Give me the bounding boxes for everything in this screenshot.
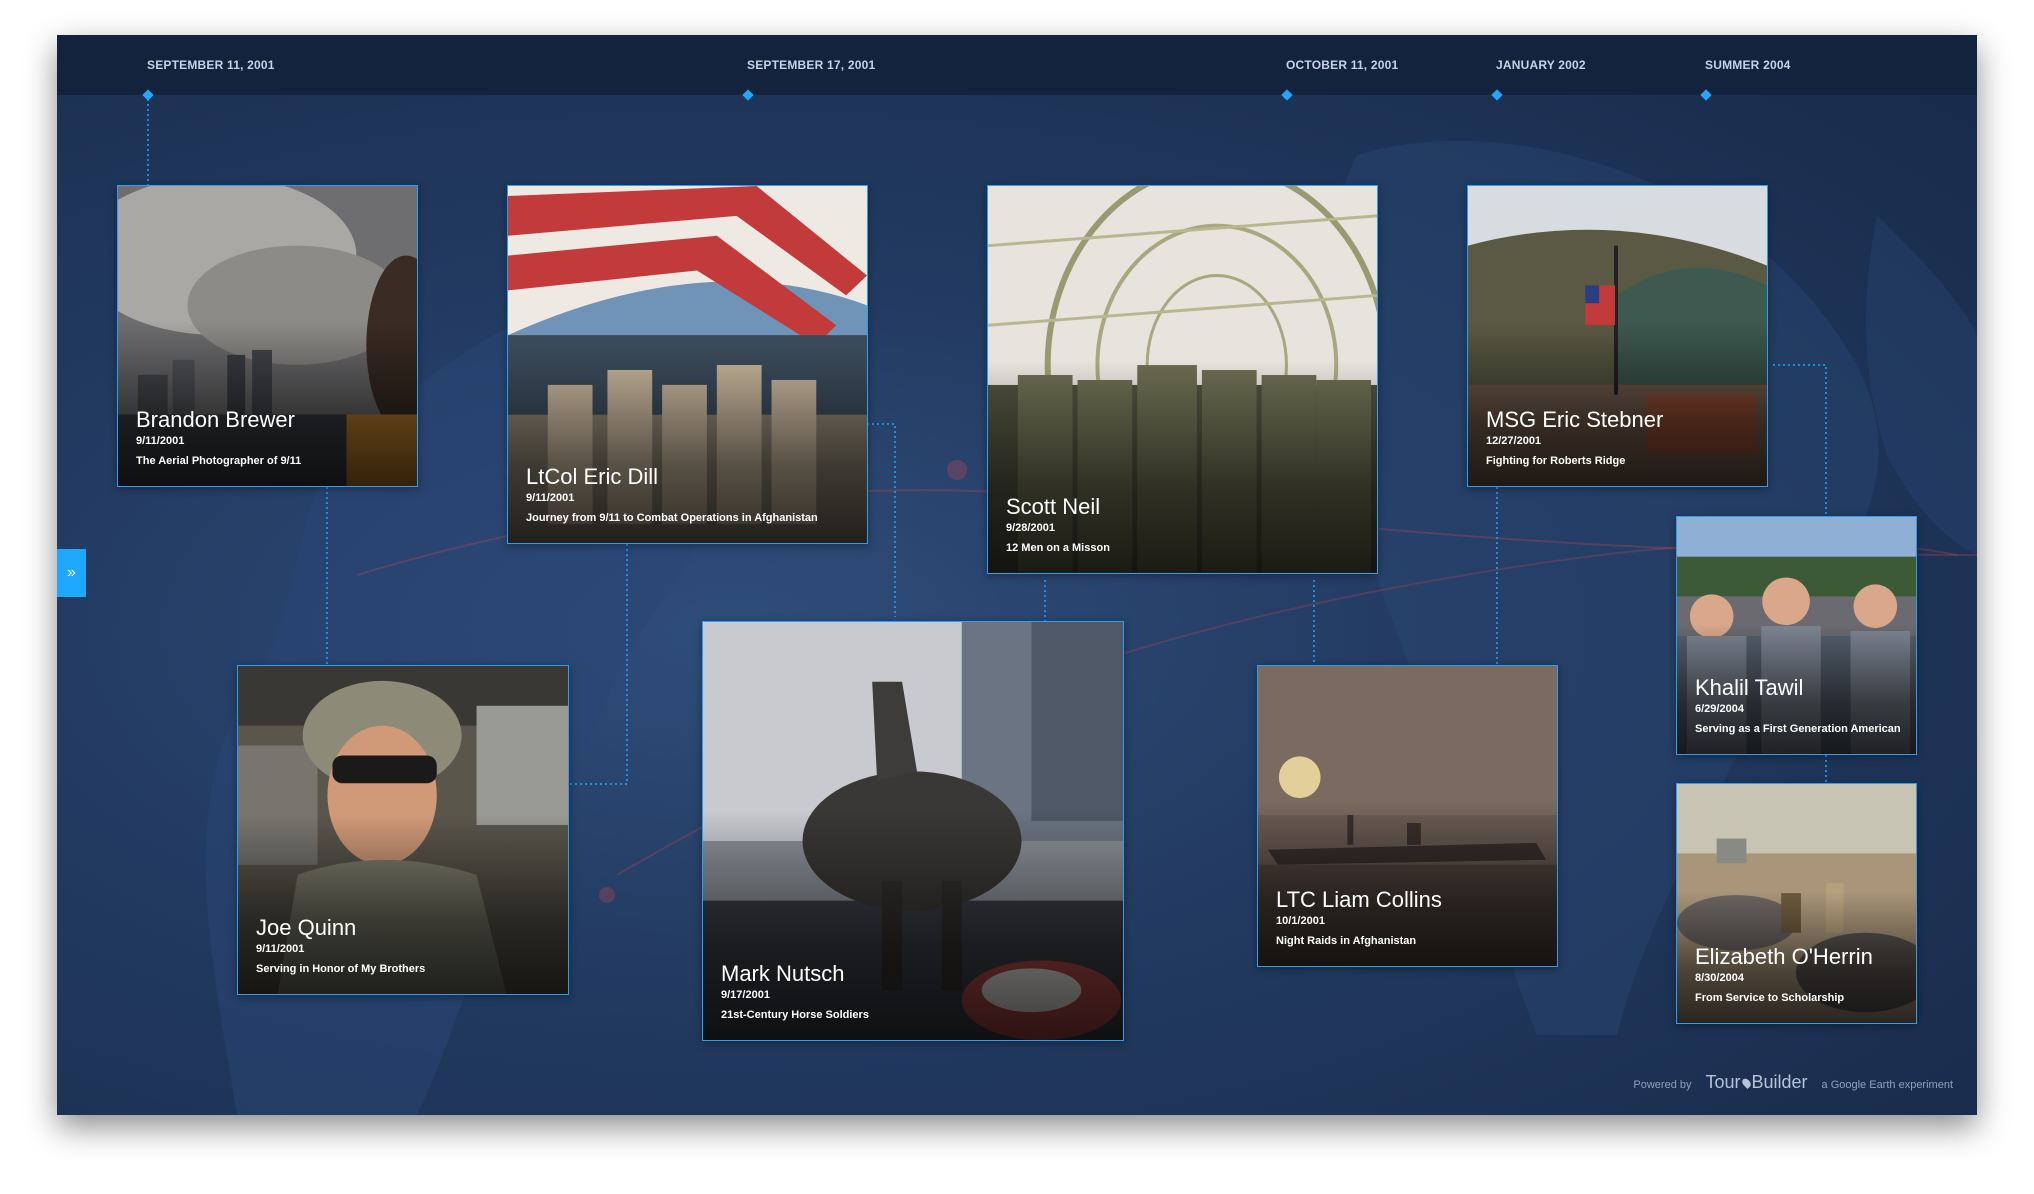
story-date: 10/1/2001 bbox=[1276, 915, 1325, 927]
timeline-bar bbox=[57, 35, 1977, 95]
map-pin-icon bbox=[1739, 1076, 1753, 1090]
story-card-khalil-tawil[interactable]: Khalil Tawil 6/29/2004 Serving as a Firs… bbox=[1676, 516, 1917, 755]
story-name: Elizabeth O'Herrin bbox=[1695, 944, 1873, 969]
story-card-eric-stebner[interactable]: MSG Eric Stebner 12/27/2001 Fighting for… bbox=[1467, 185, 1768, 487]
story-date: 8/30/2004 bbox=[1695, 972, 1744, 984]
story-caption: Brandon Brewer 9/11/2001 The Aerial Phot… bbox=[136, 407, 407, 467]
story-name: LtCol Eric Dill bbox=[526, 464, 659, 489]
story-name: Mark Nutsch bbox=[721, 961, 845, 986]
story-caption: LTC Liam Collins 10/1/2001 Night Raids i… bbox=[1276, 887, 1547, 947]
story-name: Scott Neil bbox=[1006, 494, 1101, 519]
story-date: 9/17/2001 bbox=[721, 989, 770, 1001]
sidebar-toggle-button[interactable]: » bbox=[57, 549, 86, 597]
timeline-date-sep-11-2001[interactable]: SEPTEMBER 11, 2001 bbox=[147, 58, 275, 72]
story-card-mark-nutsch[interactable]: Mark Nutsch 9/17/2001 21st-Century Horse… bbox=[702, 621, 1124, 1041]
story-date: 9/28/2001 bbox=[1006, 522, 1055, 534]
timeline-date-jan-2002[interactable]: JANUARY 2002 bbox=[1496, 58, 1586, 72]
story-subtitle: 12 Men on a Misson bbox=[1006, 542, 1110, 554]
story-date: 9/11/2001 bbox=[526, 492, 575, 504]
story-caption: Scott Neil 9/28/2001 12 Men on a Misson bbox=[1006, 494, 1367, 554]
story-subtitle: Fighting for Roberts Ridge bbox=[1486, 455, 1626, 467]
story-date: 6/29/2004 bbox=[1695, 703, 1744, 715]
story-card-elizabeth-oherrin[interactable]: Elizabeth O'Herrin 8/30/2004 From Servic… bbox=[1676, 783, 1917, 1024]
story-card-eric-dill[interactable]: LtCol Eric Dill 9/11/2001 Journey from 9… bbox=[507, 185, 868, 544]
timeline-date-sep-17-2001[interactable]: SEPTEMBER 17, 2001 bbox=[747, 58, 875, 72]
story-caption: Mark Nutsch 9/17/2001 21st-Century Horse… bbox=[721, 961, 1113, 1021]
story-date: 9/11/2001 bbox=[256, 943, 305, 955]
tour-builder-logo[interactable]: Tour Builder bbox=[1705, 1072, 1807, 1093]
story-name: Brandon Brewer bbox=[136, 407, 295, 432]
story-subtitle: Serving in Honor of My Brothers bbox=[256, 963, 426, 975]
timeline-date-oct-11-2001[interactable]: OCTOBER 11, 2001 bbox=[1286, 58, 1398, 72]
tour-builder-app: SEPTEMBER 11, 2001 SEPTEMBER 17, 2001 OC… bbox=[57, 35, 1977, 1115]
story-caption: Elizabeth O'Herrin 8/30/2004 From Servic… bbox=[1695, 944, 1906, 1004]
story-subtitle: Serving as a First Generation American bbox=[1695, 723, 1901, 735]
story-caption: Joe Quinn 9/11/2001 Serving in Honor of … bbox=[256, 915, 558, 975]
story-subtitle: Journey from 9/11 to Combat Operations i… bbox=[526, 512, 818, 524]
story-subtitle: Night Raids in Afghanistan bbox=[1276, 935, 1417, 947]
story-subtitle: 21st-Century Horse Soldiers bbox=[721, 1009, 869, 1021]
story-subtitle: From Service to Scholarship bbox=[1695, 992, 1845, 1004]
footer: Powered by Tour Builder a Google Earth ex… bbox=[1633, 1072, 1953, 1093]
story-subtitle: The Aerial Photographer of 9/11 bbox=[136, 455, 302, 467]
story-caption: LtCol Eric Dill 9/11/2001 Journey from 9… bbox=[526, 464, 857, 524]
powered-by-label: Powered by bbox=[1633, 1079, 1692, 1091]
story-caption: Khalil Tawil 6/29/2004 Serving as a Firs… bbox=[1695, 675, 1906, 735]
brand-right: Builder bbox=[1751, 1072, 1808, 1092]
double-chevron-right-icon: » bbox=[67, 564, 76, 581]
story-card-brandon-brewer[interactable]: Brandon Brewer 9/11/2001 The Aerial Phot… bbox=[117, 185, 418, 487]
google-earth-experiment-label: a Google Earth experiment bbox=[1821, 1079, 1953, 1091]
story-name: LTC Liam Collins bbox=[1276, 887, 1442, 912]
story-caption: MSG Eric Stebner 12/27/2001 Fighting for… bbox=[1486, 407, 1757, 467]
story-date: 12/27/2001 bbox=[1486, 435, 1542, 447]
brand-left: Tour bbox=[1705, 1072, 1741, 1092]
story-name: Joe Quinn bbox=[256, 915, 357, 940]
timeline-date-summer-2004[interactable]: SUMMER 2004 bbox=[1705, 58, 1791, 72]
story-card-joe-quinn[interactable]: Joe Quinn 9/11/2001 Serving in Honor of … bbox=[237, 665, 569, 995]
story-card-scott-neil[interactable]: Scott Neil 9/28/2001 12 Men on a Misson bbox=[987, 185, 1378, 574]
story-date: 9/11/2001 bbox=[136, 435, 185, 447]
story-name: MSG Eric Stebner bbox=[1486, 407, 1664, 432]
story-name: Khalil Tawil bbox=[1695, 675, 1804, 700]
story-card-liam-collins[interactable]: LTC Liam Collins 10/1/2001 Night Raids i… bbox=[1257, 665, 1558, 967]
